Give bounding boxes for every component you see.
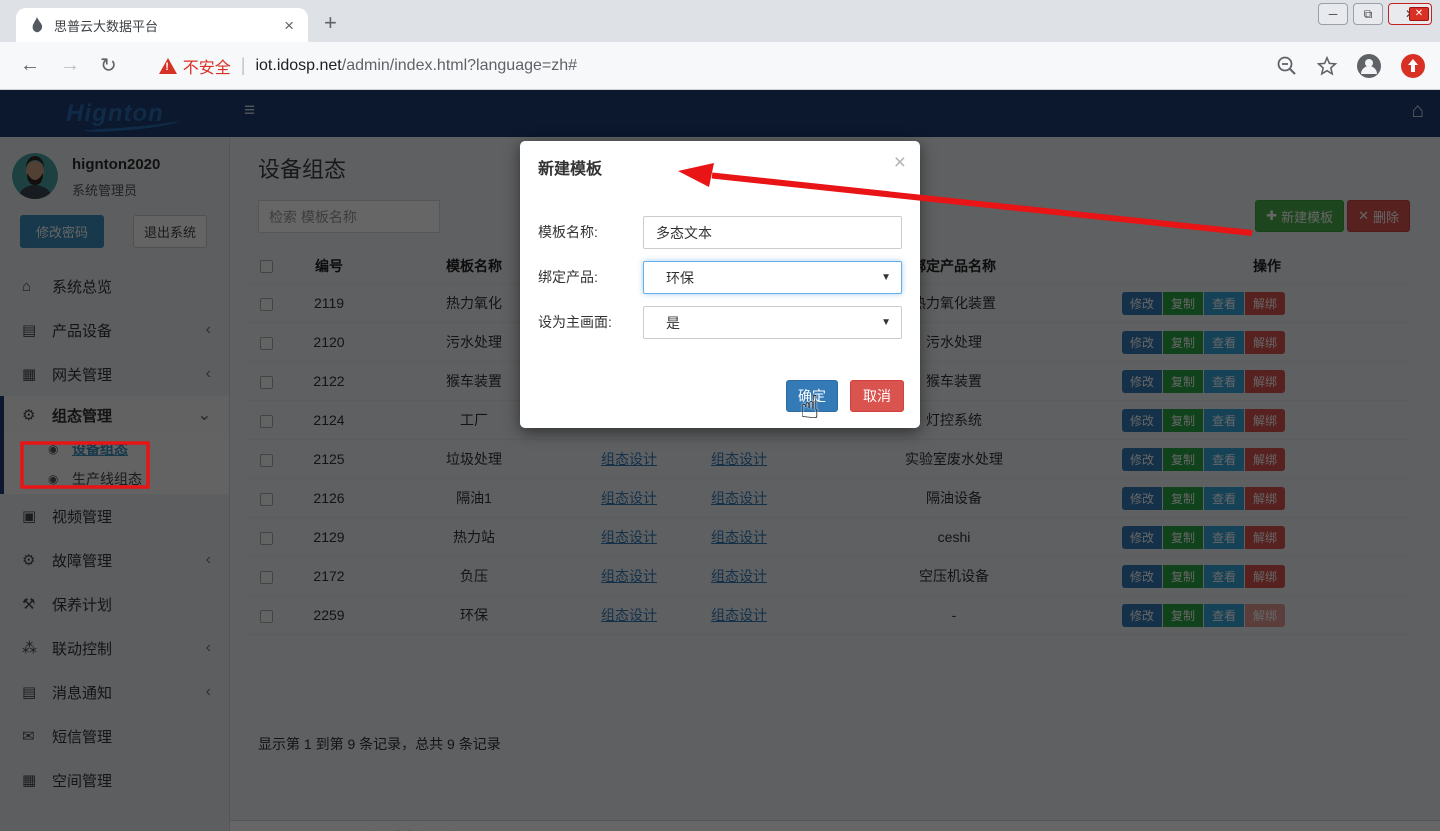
new-template-modal: 新建模板 × 模板名称: 绑定产品: 环保 ▼ 设为主画面: 是 ▼ 确定 取消 — [520, 141, 920, 428]
security-chip[interactable]: 不安全 — [159, 54, 231, 78]
screen: { "browser": { "tab": { "title": "思普云大数据… — [0, 0, 1440, 831]
confirm-button[interactable]: 确定 — [786, 380, 838, 412]
zoom-out-icon[interactable] — [1276, 55, 1298, 77]
close-button[interactable]: ✕✕ — [1388, 3, 1432, 25]
close-x-icon: ✕ — [1409, 7, 1429, 21]
warning-triangle-icon — [159, 58, 177, 74]
reload-icon[interactable]: ↻ — [100, 53, 117, 78]
minimize-button[interactable]: ─ — [1318, 3, 1348, 25]
modal-title: 新建模板 — [538, 155, 602, 179]
favicon-icon — [30, 17, 44, 33]
modal-close-icon[interactable]: × — [894, 151, 906, 175]
bind-product-select[interactable]: 环保 ▼ — [643, 261, 902, 294]
restore-button[interactable]: ⧉ — [1353, 3, 1383, 25]
template-name-input[interactable] — [643, 216, 902, 249]
cancel-button[interactable]: 取消 — [850, 380, 904, 412]
caret-down-icon: ▼ — [881, 272, 891, 283]
caret-down-icon: ▼ — [881, 317, 891, 328]
page-viewport: Hignton ≡ ⌂ hignton2020 系统管理员 修改密码 退出系统 … — [0, 90, 1440, 831]
main-screen-select[interactable]: 是 ▼ — [643, 306, 902, 339]
update-extension-icon[interactable] — [1400, 53, 1426, 79]
security-warning-label: 不安全 — [183, 54, 231, 78]
template-name-label: 模板名称: — [538, 216, 643, 249]
forward-icon[interactable]: → — [60, 54, 80, 77]
url-separator: | — [241, 55, 246, 76]
bind-product-label: 绑定产品: — [538, 261, 643, 294]
url-path[interactable]: /admin/index.html?language=zh# — [342, 57, 577, 75]
profile-avatar-icon[interactable] — [1356, 53, 1382, 79]
back-icon[interactable]: ← — [20, 54, 40, 77]
window-controls: ─ ⧉ ✕✕ — [1318, 3, 1432, 25]
tab-close-icon[interactable]: × — [280, 17, 298, 34]
browser-url-bar: ← → ↻ 不安全 | iot.idosp.net/admin/index.ht… — [0, 42, 1440, 90]
tab-title: 思普云大数据平台 — [54, 16, 280, 35]
url-host[interactable]: iot.idosp.net — [255, 57, 341, 75]
browser-tab-strip: 思普云大数据平台 × + ─ ⧉ ✕✕ — [0, 0, 1440, 42]
browser-tab[interactable]: 思普云大数据平台 × — [16, 8, 308, 42]
main-screen-label: 设为主画面: — [538, 306, 643, 339]
bookmark-star-icon[interactable] — [1316, 55, 1338, 77]
new-tab-button[interactable]: + — [324, 10, 337, 36]
